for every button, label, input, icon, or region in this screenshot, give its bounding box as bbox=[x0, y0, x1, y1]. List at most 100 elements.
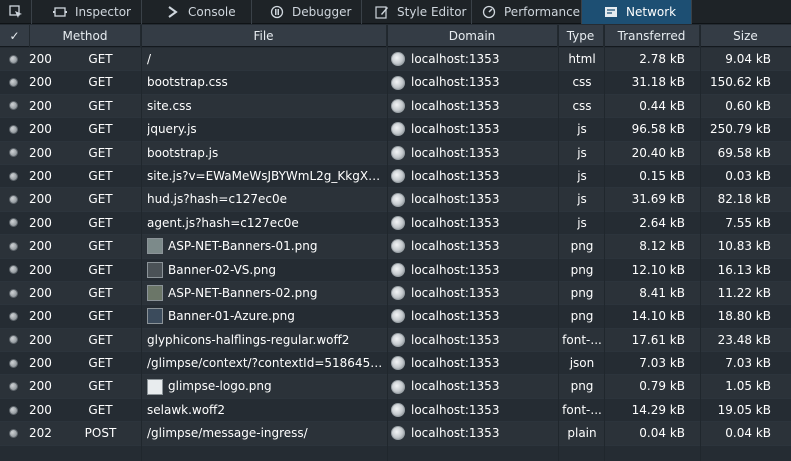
column-divider bbox=[604, 25, 605, 461]
file-name: Banner-02-VS.png bbox=[168, 262, 277, 277]
file-cell: bootstrap.js bbox=[147, 142, 383, 164]
tab-label: Performance bbox=[504, 5, 581, 19]
file-cell: /glimpse/context/?contextId=5186459dd77.… bbox=[147, 352, 383, 374]
status-indicator-icon bbox=[9, 165, 21, 187]
transferred-size: 0.15 kB bbox=[639, 168, 685, 183]
request-row[interactable]: 200 GET bootstrap.js localhost:1353 js 20.40 … bbox=[0, 141, 791, 165]
request-row[interactable]: 200 GET/glimpse/context/?contextId=518645… bbox=[0, 352, 791, 376]
domain-cell: localhost:1353 bbox=[391, 352, 559, 374]
tab-console[interactable]: Console bbox=[142, 0, 252, 24]
column-header-file[interactable]: File bbox=[141, 25, 387, 47]
column-header-type[interactable]: Type bbox=[558, 25, 604, 47]
request-method: POST bbox=[84, 426, 117, 441]
globe-icon bbox=[391, 52, 405, 67]
style-editor-icon bbox=[375, 5, 389, 19]
inspector-icon bbox=[53, 5, 67, 19]
status-indicator-icon bbox=[9, 259, 21, 281]
column-divider bbox=[558, 25, 559, 461]
transferred-size: 7.03 kB bbox=[639, 356, 685, 371]
response-size: 23.48 kB bbox=[717, 332, 771, 347]
request-row[interactable]: 200 GET glimpse-logo.png localhost:1353 png 0… bbox=[0, 375, 791, 399]
request-row[interactable]: 200 GET selawk.woff2 localhost:1353 font-...… bbox=[0, 398, 791, 423]
request-list: 200 GET / localhost:1353 html 2.78 kB 9.04 kB 2… bbox=[0, 48, 791, 446]
request-row[interactable]: 200 GET ASP-NET-Banners-02.png localhost:13… bbox=[0, 281, 791, 306]
domain-name: localhost:1353 bbox=[411, 145, 500, 160]
request-row[interactable]: 200 GET jquery.js localhost:1353 js 96.58 kB 2… bbox=[0, 118, 791, 142]
status-code: 200 bbox=[29, 262, 52, 277]
status-code: 200 bbox=[29, 168, 52, 183]
globe-icon bbox=[391, 169, 405, 184]
tab-network[interactable]: Network bbox=[582, 0, 692, 24]
status-code: 202 bbox=[29, 426, 52, 441]
tab-performance[interactable]: Performance bbox=[472, 0, 582, 24]
column-header-method[interactable]: Method bbox=[30, 25, 141, 47]
file-name: / bbox=[147, 52, 152, 66]
status-code: 200 bbox=[29, 215, 52, 230]
domain-cell: localhost:1353 bbox=[391, 212, 559, 234]
request-row[interactable]: 200 GET agent.js?hash=c127ec0e localhost:13… bbox=[0, 211, 791, 236]
domain-name: localhost:1353 bbox=[411, 98, 500, 113]
request-method: GET bbox=[88, 215, 113, 230]
file-cell: jquery.js bbox=[147, 118, 383, 140]
request-row[interactable]: 202 POST/glimpse/message-ingress/localhos… bbox=[0, 422, 791, 446]
element-picker-button[interactable] bbox=[0, 0, 32, 24]
status-code: 200 bbox=[29, 239, 52, 254]
status-code: 200 bbox=[29, 379, 52, 394]
status-indicator-icon bbox=[9, 422, 21, 444]
tab-inspector[interactable]: Inspector bbox=[32, 0, 142, 24]
file-cell: Banner-02-VS.png bbox=[147, 259, 383, 281]
content-type: png bbox=[570, 285, 594, 300]
request-row[interactable]: 200 GET Banner-01-Azure.png localhost:1353 p… bbox=[0, 305, 791, 329]
request-row[interactable]: 200 GET glyphicons-halflings-regular.woff2… bbox=[0, 328, 791, 353]
request-row[interactable]: 200 GET ASP-NET-Banners-01.png localhost:13… bbox=[0, 235, 791, 259]
request-method: GET bbox=[88, 98, 113, 113]
status-code: 200 bbox=[29, 309, 52, 324]
domain-name: localhost:1353 bbox=[411, 309, 500, 324]
tab-style-editor[interactable]: Style Editor bbox=[362, 0, 472, 24]
request-method: GET bbox=[88, 309, 113, 324]
request-table-header: ✓ Method File Domain Type Transferred Si… bbox=[0, 25, 791, 47]
request-row[interactable]: 200 GET bootstrap.css localhost:1353 css 31.1… bbox=[0, 71, 791, 95]
status-code: 200 bbox=[29, 285, 52, 300]
file-cell: Banner-01-Azure.png bbox=[147, 305, 383, 327]
file-name: ASP-NET-Banners-01.png bbox=[168, 239, 318, 254]
debugger-icon bbox=[270, 5, 284, 19]
globe-icon bbox=[391, 332, 405, 347]
transferred-size: 8.41 kB bbox=[639, 285, 685, 300]
response-size: 250.79 kB bbox=[710, 122, 771, 137]
request-row[interactable]: 200 GET hud.js?hash=c127ec0e localhost:1353… bbox=[0, 188, 791, 212]
tab-debugger[interactable]: Debugger bbox=[252, 0, 362, 24]
globe-icon bbox=[391, 215, 405, 230]
globe-icon bbox=[391, 262, 405, 277]
status-indicator-icon bbox=[9, 352, 21, 374]
domain-cell: localhost:1353 bbox=[391, 399, 559, 421]
file-name: glyphicons-halflings-regular.woff2 bbox=[147, 332, 350, 347]
domain-name: localhost:1353 bbox=[411, 426, 500, 441]
domain-cell: localhost:1353 bbox=[391, 48, 559, 70]
request-row[interactable]: 200 GET / localhost:1353 html 2.78 kB 9.04 kB bbox=[0, 48, 791, 72]
domain-name: localhost:1353 bbox=[411, 285, 500, 300]
content-type: png bbox=[570, 239, 594, 254]
column-header-size[interactable]: Size bbox=[700, 25, 791, 47]
response-size: 18.80 kB bbox=[717, 309, 771, 324]
request-row[interactable]: 200 GET Banner-02-VS.png localhost:1353 png 1… bbox=[0, 258, 791, 282]
element-picker-icon bbox=[8, 5, 22, 18]
content-type: js bbox=[577, 145, 587, 160]
globe-icon bbox=[391, 192, 405, 207]
content-type: js bbox=[577, 122, 587, 137]
request-method: GET bbox=[88, 122, 113, 137]
domain-name: localhost:1353 bbox=[411, 122, 500, 137]
request-row[interactable]: 200 GET site.css localhost:1353 css 0.44 kB 0.… bbox=[0, 94, 791, 119]
column-divider bbox=[141, 25, 142, 461]
image-thumbnail bbox=[147, 378, 163, 395]
domain-name: localhost:1353 bbox=[411, 239, 500, 254]
image-thumbnail bbox=[147, 238, 163, 255]
column-header-transferred[interactable]: Transferred bbox=[604, 25, 700, 47]
request-row[interactable]: 200 GET site.js?v=EWaMeWsJBYWmL2g_KkgXZQ5n… bbox=[0, 164, 791, 189]
column-header-status-check[interactable]: ✓ bbox=[0, 25, 30, 47]
globe-icon bbox=[391, 356, 405, 371]
file-name: bootstrap.js bbox=[147, 145, 219, 160]
globe-icon bbox=[391, 286, 405, 301]
response-size: 7.03 kB bbox=[725, 356, 771, 371]
column-header-domain[interactable]: Domain bbox=[387, 25, 558, 47]
